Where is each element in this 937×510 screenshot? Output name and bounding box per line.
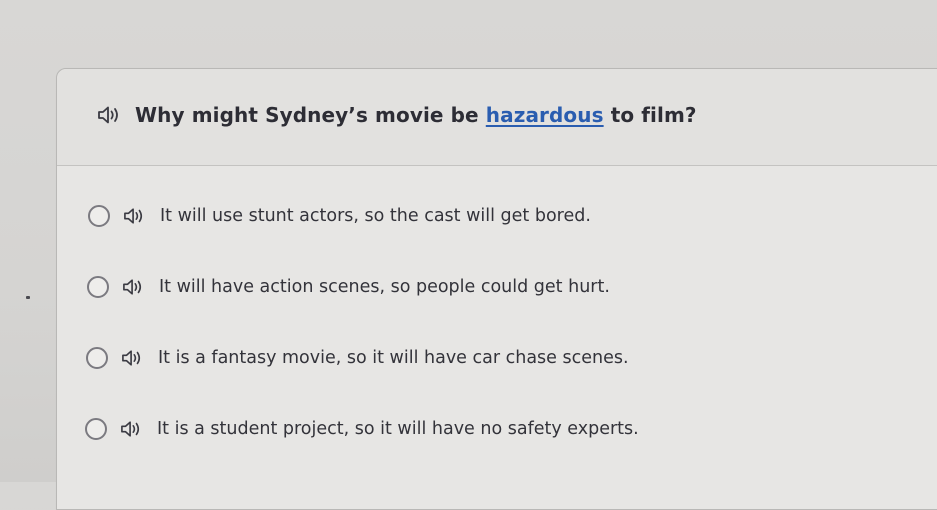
question-text-end: to film? [603, 103, 697, 127]
speaker-icon[interactable] [120, 347, 144, 369]
speaker-icon[interactable] [95, 103, 123, 127]
speaker-icon[interactable] [121, 276, 145, 298]
answer-option-text: It will use stunt actors, so the cast wi… [160, 206, 591, 226]
question-prompt: Why might Sydney’s movie be hazardous to… [95, 103, 697, 127]
radio-button[interactable] [87, 276, 109, 298]
stray-mark [26, 296, 30, 299]
answer-option-4[interactable]: It is a student project, so it will have… [85, 418, 639, 440]
answer-option-text: It will have action scenes, so people co… [159, 277, 610, 297]
answer-option-text: It is a fantasy movie, so it will have c… [158, 348, 629, 368]
answer-option-1[interactable]: It will use stunt actors, so the cast wi… [88, 205, 591, 227]
speaker-icon[interactable] [122, 205, 146, 227]
answer-option-2[interactable]: It will have action scenes, so people co… [87, 276, 610, 298]
question-text-start: Why might Sydney’s movie be [135, 103, 486, 127]
answer-option-text: It is a student project, so it will have… [157, 419, 639, 439]
vocabulary-word-link[interactable]: hazardous [486, 103, 604, 127]
speaker-icon[interactable] [119, 418, 143, 440]
radio-button[interactable] [85, 418, 107, 440]
radio-button[interactable] [86, 347, 108, 369]
question-header: Why might Sydney’s movie be hazardous to… [57, 69, 937, 166]
radio-button[interactable] [88, 205, 110, 227]
answer-option-3[interactable]: It is a fantasy movie, so it will have c… [86, 347, 629, 369]
